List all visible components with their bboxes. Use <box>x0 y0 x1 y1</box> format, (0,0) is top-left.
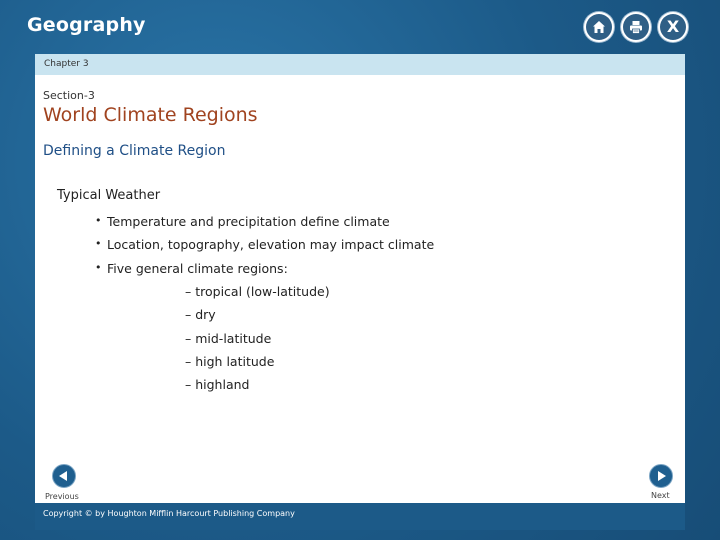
region-item: – dry <box>185 307 216 323</box>
next-button[interactable] <box>649 464 673 488</box>
content-heading: Typical Weather <box>57 188 161 203</box>
arrow-right-icon <box>658 471 666 481</box>
bullet-marker: • <box>95 237 102 251</box>
bullet-text: Location, topography, elevation may impa… <box>107 237 435 253</box>
arrow-left-icon <box>59 471 67 481</box>
section-label: Section-3 <box>43 89 95 102</box>
top-toolbar: X <box>584 12 688 42</box>
bullet-text: Temperature and precipitation define cli… <box>107 214 390 229</box>
region-item: – tropical (low-latitude) <box>185 284 330 299</box>
region-item: – mid-latitude <box>185 330 272 346</box>
slide-title: World Climate Regions <box>43 104 258 126</box>
bullet-list: • Temperature and precipitation define cl… <box>95 214 435 284</box>
bullet-item: • Temperature and precipitation define cl… <box>95 214 434 237</box>
bullet-item: • Five general climate regions: <box>95 260 434 284</box>
bullet-marker: • <box>95 260 102 274</box>
chapter-bar: Chapter 3 <box>35 54 685 75</box>
home-icon <box>593 21 605 33</box>
home-button[interactable] <box>584 12 614 42</box>
close-button[interactable]: X <box>658 12 688 42</box>
slide-subtitle: Defining a Climate Region <box>43 143 226 159</box>
previous-button[interactable] <box>52 464 76 488</box>
print-icon <box>630 21 642 34</box>
copyright-text: Copyright © by Houghton Mifflin Harcourt… <box>43 509 295 518</box>
previous-label[interactable]: Previous <box>45 492 79 501</box>
chapter-label: Chapter 3 <box>44 59 89 69</box>
footer-bar: Copyright © by Houghton Mifflin Harcourt… <box>35 503 685 530</box>
region-item: – highland <box>185 377 250 393</box>
print-button[interactable] <box>621 12 651 42</box>
slide-panel: Chapter 3 Section-3 World Climate Region… <box>35 54 685 530</box>
app-title: Geography <box>27 14 146 36</box>
bullet-item: • Location, topography, elevation may imp… <box>95 237 435 260</box>
region-item: – high latitude <box>185 353 275 369</box>
bullet-marker: • <box>95 214 102 227</box>
bullet-text: Five general climate regions: <box>107 260 288 276</box>
next-label[interactable]: Next <box>651 491 670 500</box>
close-icon: X <box>666 17 680 36</box>
region-list: – tropical (low-latitude) – dry – mid-la… <box>185 284 330 400</box>
